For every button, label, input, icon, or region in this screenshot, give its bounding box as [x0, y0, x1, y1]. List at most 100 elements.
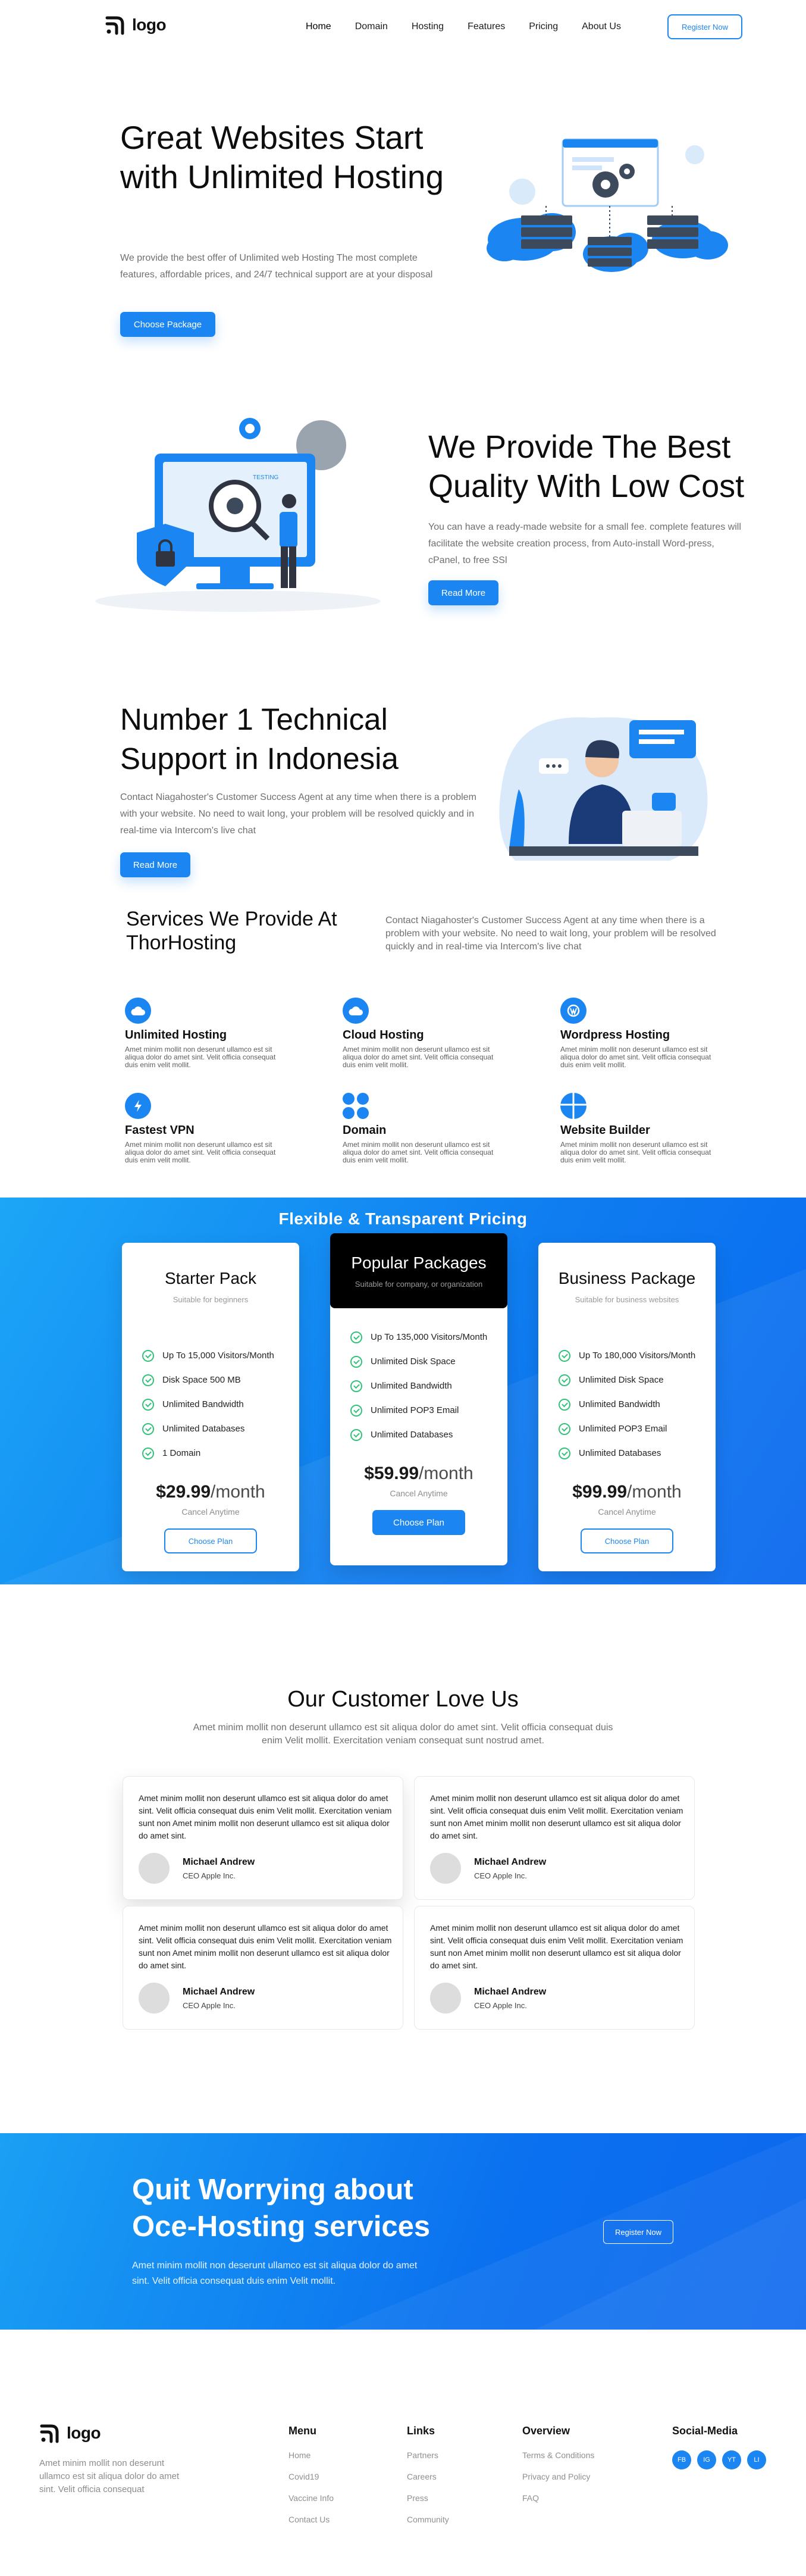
- check-icon: [559, 1374, 570, 1386]
- footer-link[interactable]: Community: [407, 2515, 449, 2524]
- footer-link[interactable]: Press: [407, 2493, 449, 2503]
- nav-link-hosting[interactable]: Hosting: [412, 21, 444, 32]
- service-desc: Amet minim mollit non deserunt ullamco e…: [560, 1140, 711, 1164]
- layout-icon: [560, 1093, 587, 1119]
- footer-links: Links Partners Careers Press Community: [407, 2425, 449, 2536]
- plan-subtitle: Suitable for company, or organization: [355, 1280, 483, 1289]
- logo-text: logo: [132, 15, 167, 34]
- testimonial-name: Michael Andrew: [183, 1856, 255, 1867]
- footer-link[interactable]: Privacy and Policy: [522, 2472, 594, 2481]
- check-icon: [142, 1447, 154, 1459]
- service-name: Website Builder: [560, 1124, 650, 1137]
- register-button[interactable]: Register Now: [667, 14, 742, 39]
- hero-title: Great Websites Start with Unlimited Host…: [120, 119, 444, 195]
- cta-title: Quit Worrying about Oce-Hosting services: [132, 2174, 431, 2243]
- service-cloud-hosting: Cloud Hosting Amet minim mollit non dese…: [343, 998, 503, 1069]
- plan-name: Starter Pack: [164, 1269, 257, 1287]
- nav-link-about[interactable]: About Us: [582, 21, 621, 32]
- service-desc: Amet minim mollit non deserunt ullamco e…: [343, 1140, 494, 1164]
- cta-banner: Quit Worrying about Oce-Hosting services…: [0, 2133, 806, 2330]
- testimonial-name: Michael Andrew: [183, 1986, 255, 1997]
- testimonial-name: Michael Andrew: [474, 1986, 547, 1997]
- check-icon: [559, 1447, 570, 1459]
- plan-feature: Unlimited Databases: [559, 1441, 716, 1465]
- facebook-icon[interactable]: FB: [672, 2450, 691, 2469]
- plan-feature: Unlimited Bandwidth: [350, 1374, 507, 1398]
- choose-plan-button[interactable]: Choose Plan: [164, 1528, 257, 1553]
- service-domain: Domain Amet minim mollit non deserunt ul…: [343, 1093, 503, 1164]
- nav-link-domain[interactable]: Domain: [355, 21, 388, 32]
- testimonial-name: Michael Andrew: [474, 1856, 547, 1867]
- choose-plan-button[interactable]: Choose Plan: [581, 1528, 673, 1553]
- plan-feature: Unlimited Disk Space: [350, 1349, 507, 1374]
- service-name: Domain: [343, 1124, 387, 1137]
- testimonial-quote: Amet minim mollit non deserunt ullamco e…: [139, 1923, 392, 1970]
- lightning-icon: [125, 1093, 151, 1119]
- service-desc: Amet minim mollit non deserunt ullamco e…: [560, 1045, 711, 1069]
- choose-plan-button[interactable]: Choose Plan: [372, 1510, 465, 1535]
- nav-link-pricing[interactable]: Pricing: [529, 21, 558, 32]
- service-name: Cloud Hosting: [343, 1028, 424, 1042]
- linkedin-icon[interactable]: LI: [747, 2450, 766, 2469]
- plan-price: $59.99/month: [364, 1464, 473, 1483]
- nav-link-home[interactable]: Home: [306, 21, 331, 32]
- top-nav: logo Home Domain Hosting Features Pricin…: [0, 0, 806, 55]
- hero-text: We provide the best offer of Unlimited w…: [120, 253, 433, 280]
- plan-name: Popular Packages: [351, 1253, 487, 1272]
- pricing-title: Flexible & Transparent Pricing: [278, 1209, 528, 1228]
- check-icon: [559, 1423, 570, 1435]
- service-name: Wordpress Hosting: [560, 1028, 670, 1042]
- plan-card-popular: Popular Packages Suitable for company, o…: [330, 1233, 507, 1565]
- plan-note: Cancel Anytime: [598, 1507, 656, 1517]
- plan-feature: Unlimited POP3 Email: [559, 1417, 716, 1441]
- plan-feature: Up To 180,000 Visitors/Month: [559, 1343, 716, 1368]
- service-unlimited-hosting: Unlimited Hosting Amet minim mollit non …: [125, 998, 286, 1069]
- security-illustration: TESTING: [95, 418, 381, 612]
- service-desc: Amet minim mollit non deserunt ullamco e…: [343, 1045, 494, 1069]
- footer-link[interactable]: FAQ: [522, 2493, 594, 2503]
- testimonial-card: Amet minim mollit non deserunt ullamco e…: [414, 1776, 695, 1900]
- logo-text: logo: [67, 2424, 101, 2442]
- quality-title: We Provide The Best Quality With Low Cos…: [428, 429, 745, 504]
- logo-mark-icon: [105, 16, 124, 35]
- footer-heading: Links: [407, 2425, 435, 2437]
- plan-features: Up To 180,000 Visitors/Month Unlimited D…: [538, 1343, 716, 1465]
- plan-feature: Unlimited POP3 Email: [350, 1398, 507, 1423]
- footer-social: Social-Media FB IG YT LI: [672, 2425, 766, 2469]
- footer-link[interactable]: Terms & Conditions: [522, 2450, 594, 2460]
- plan-feature: Unlimited Disk Space: [559, 1368, 716, 1392]
- testimonial-role: CEO Apple Inc.: [474, 2000, 527, 2010]
- plan-price: $99.99/month: [572, 1482, 682, 1502]
- check-icon: [350, 1404, 362, 1417]
- plan-name: Business Package: [558, 1269, 696, 1287]
- footer-link[interactable]: Careers: [407, 2472, 449, 2481]
- quality-read-more-button[interactable]: Read More: [428, 580, 498, 605]
- plan-feature: Unlimited Bandwidth: [142, 1392, 299, 1417]
- support-read-more-button[interactable]: Read More: [120, 852, 190, 877]
- plan-card-business: Business Package Suitable for business w…: [538, 1243, 716, 1571]
- footer-link[interactable]: Contact Us: [288, 2515, 334, 2524]
- footer-link[interactable]: Covid19: [288, 2472, 334, 2481]
- services-grid: Unlimited Hosting Amet minim mollit non …: [125, 998, 714, 1176]
- service-desc: Amet minim mollit non deserunt ullamco e…: [125, 1140, 276, 1164]
- quality-text: You can have a ready-made website for a …: [428, 522, 741, 565]
- youtube-icon[interactable]: YT: [722, 2450, 741, 2469]
- nav-link-features[interactable]: Features: [468, 21, 505, 32]
- cta-register-button[interactable]: Register Now: [603, 2220, 673, 2244]
- testimonial-card: Amet minim mollit non deserunt ullamco e…: [414, 1906, 695, 2030]
- footer-link[interactable]: Vaccine Info: [288, 2493, 334, 2503]
- instagram-icon[interactable]: IG: [697, 2450, 716, 2469]
- plan-subtitle: Suitable for beginners: [173, 1295, 249, 1304]
- footer-link[interactable]: Partners: [407, 2450, 449, 2460]
- choose-package-button[interactable]: Choose Package: [120, 312, 215, 337]
- plan-feature: Up To 135,000 Visitors/Month: [350, 1325, 507, 1349]
- footer-link[interactable]: Home: [288, 2450, 334, 2460]
- footer-logo[interactable]: logo: [39, 2422, 101, 2444]
- logo[interactable]: logo: [105, 14, 167, 36]
- footer-overview: Overview Terms & Conditions Privacy and …: [522, 2425, 594, 2515]
- check-icon: [350, 1355, 362, 1368]
- support-text: Contact Niagahoster's Customer Success A…: [120, 792, 476, 836]
- plan-feature: 1 Domain: [142, 1441, 299, 1465]
- testimonial-role: CEO Apple Inc.: [474, 1871, 527, 1880]
- plan-price: $29.99/month: [156, 1482, 265, 1502]
